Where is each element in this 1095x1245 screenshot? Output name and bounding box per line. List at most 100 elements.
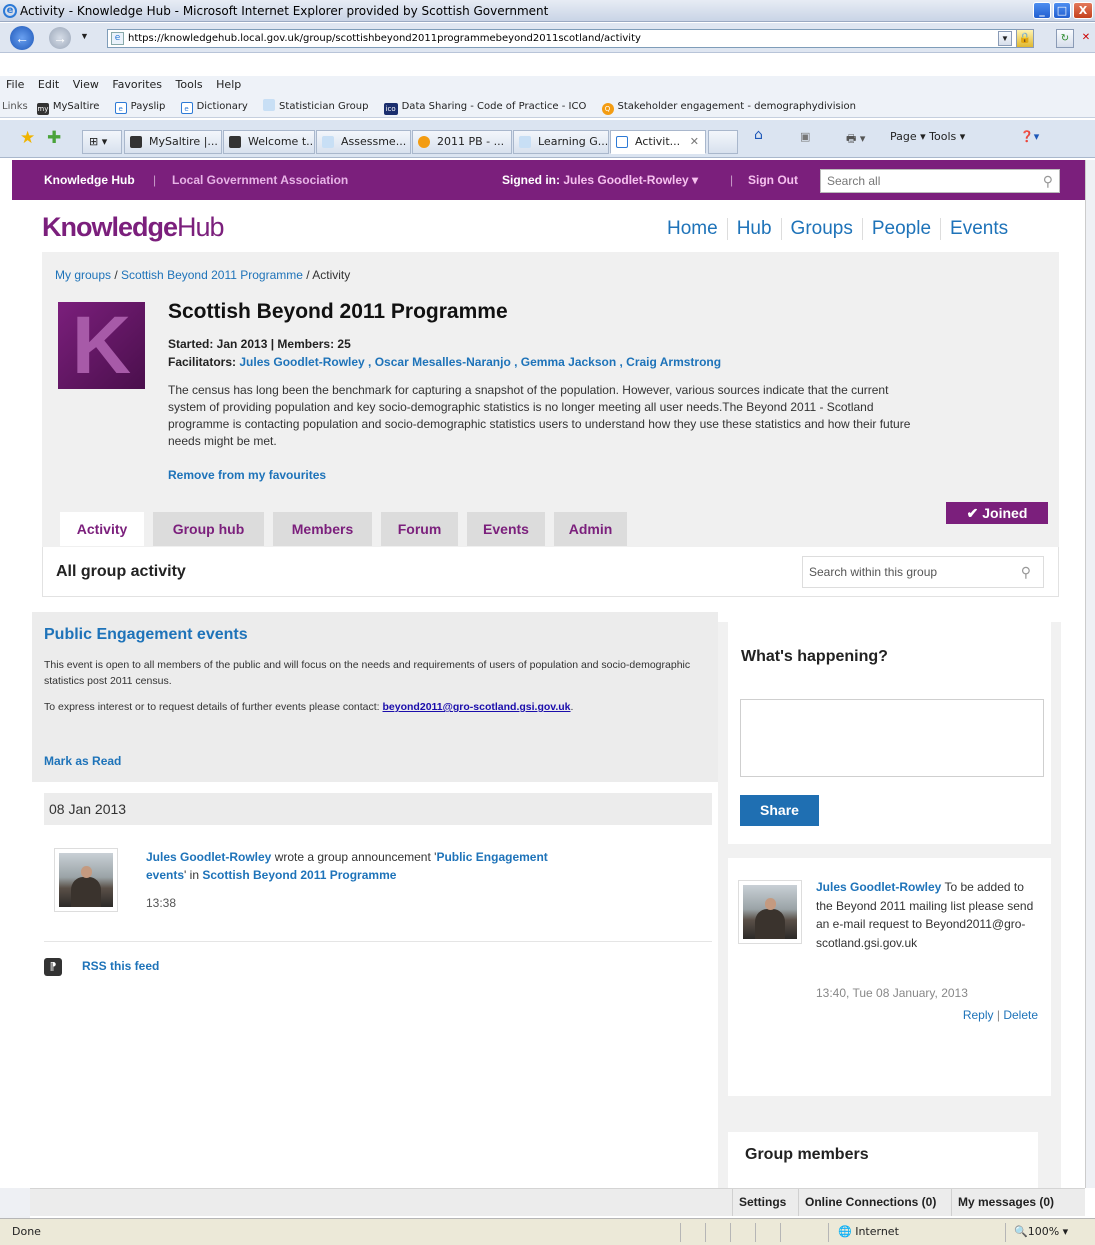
browser-tab[interactable]: MySaltire |...	[124, 130, 222, 154]
tab-events[interactable]: Events	[467, 512, 545, 546]
feed-group-link[interactable]: Scottish Beyond 2011 Programme	[202, 868, 396, 882]
menu-file[interactable]: File	[6, 78, 24, 91]
nav-hub[interactable]: Hub	[726, 218, 781, 240]
tab-group-hub[interactable]: Group hub	[153, 512, 264, 546]
nav-home[interactable]: Home	[662, 218, 727, 240]
feed-date-header: 08 Jan 2013	[44, 793, 712, 825]
search-icon[interactable]: ⚲	[1021, 557, 1031, 587]
browser-tab[interactable]: Welcome t...	[223, 130, 315, 154]
menu-favorites[interactable]: Favorites	[112, 78, 162, 91]
online-connections-button[interactable]: Online Connections (0)	[798, 1189, 936, 1216]
new-tab-button[interactable]	[708, 130, 738, 154]
avatar[interactable]	[738, 880, 802, 944]
main-nav: Home Hub Groups People Events	[662, 218, 1017, 244]
link-payslip[interactable]: e Payslip	[114, 96, 165, 117]
nav-people[interactable]: People	[861, 218, 940, 240]
lock-icon[interactable]: 🔒	[1016, 29, 1034, 48]
chevron-down-icon[interactable]: ▾	[692, 173, 698, 187]
forward-button[interactable]: →	[49, 27, 71, 49]
search-icon[interactable]: ⚲	[1043, 170, 1053, 192]
rss-link[interactable]: RSS this feed	[82, 959, 159, 973]
close-button[interactable]: X	[1073, 2, 1093, 19]
contact-email-link[interactable]: beyond2011@gro-scotland.gsi.gov.uk	[383, 701, 571, 713]
sign-out-link[interactable]: Sign Out	[748, 160, 798, 200]
ico-logo-icon: ico	[383, 103, 398, 115]
status-textarea[interactable]	[740, 699, 1044, 777]
minimize-button[interactable]: _	[1033, 2, 1051, 19]
delete-link[interactable]: Delete	[1003, 1008, 1038, 1022]
link-stakeholder[interactable]: Q Stakeholder engagement - demographydivi…	[601, 96, 856, 117]
joined-button[interactable]: ✔ Joined	[946, 502, 1048, 524]
post-actions: Reply | Delete	[962, 1008, 1038, 1022]
post-author-link[interactable]: Jules Goodlet-Rowley	[816, 880, 941, 894]
menu-view[interactable]: View	[73, 78, 99, 91]
announcement-title[interactable]: Public Engagement events	[44, 626, 248, 644]
link-data-sharing[interactable]: ico Data Sharing - Code of Practice - ICO	[383, 96, 586, 117]
print-icon[interactable]: 🖶 ▾	[846, 130, 865, 149]
tab-members[interactable]: Members	[273, 512, 372, 546]
link-statistician-group[interactable]: Statistician Group	[263, 96, 368, 117]
group-search-input[interactable]: Search within this group ⚲	[802, 556, 1044, 588]
back-button[interactable]: ←	[10, 26, 34, 50]
breadcrumb-group[interactable]: Scottish Beyond 2011 Programme	[121, 268, 303, 282]
window-title: Activity - Knowledge Hub - Microsoft Int…	[20, 4, 549, 18]
settings-button[interactable]: Settings	[732, 1189, 786, 1216]
favorites-star-icon[interactable]: ★	[20, 128, 35, 148]
address-bar[interactable]: e https://knowledgehub.local.gov.uk/grou…	[107, 29, 1027, 48]
check-icon: ✔	[966, 505, 979, 521]
tab-forum[interactable]: Forum	[381, 512, 458, 546]
group-logo: K	[58, 302, 145, 389]
ie-page-icon: e	[180, 102, 193, 114]
maximize-button[interactable]: □	[1053, 2, 1071, 19]
link-dictionary[interactable]: e Dictionary	[180, 96, 248, 117]
browser-tab[interactable]: Learning G...	[513, 130, 609, 154]
browser-tab[interactable]: 2011 PB - ...	[412, 130, 512, 154]
user-menu[interactable]: Jules Goodlet-Rowley	[563, 173, 688, 187]
post-time: 13:40, Tue 08 January, 2013	[816, 986, 968, 1000]
status-post: Jules Goodlet-Rowley To be added to the …	[728, 858, 1051, 1096]
help-icon[interactable]: ❓▾	[1020, 130, 1039, 143]
reply-link[interactable]: Reply	[963, 1008, 994, 1022]
address-dropdown-icon[interactable]: ▼	[998, 31, 1012, 46]
breadcrumb-my-groups[interactable]: My groups	[55, 268, 111, 282]
stop-icon[interactable]: ✕	[1077, 29, 1095, 48]
home-icon[interactable]: ⌂	[754, 127, 763, 143]
browser-tab-active[interactable]: Activit... ✕	[610, 130, 706, 154]
facilitator-links[interactable]: Jules Goodlet-Rowley , Oscar Mesalles-Na…	[239, 355, 721, 369]
page-tools-menu[interactable]: Page ▾ Tools ▾	[890, 130, 965, 143]
close-tab-icon[interactable]: ✕	[690, 131, 699, 153]
add-favorite-icon[interactable]: ✚	[47, 128, 61, 148]
tab-admin[interactable]: Admin	[554, 512, 627, 546]
share-button[interactable]: Share	[740, 795, 819, 826]
lga-link[interactable]: Local Government Association	[172, 160, 348, 200]
my-messages-button[interactable]: My messages (0)	[951, 1189, 1054, 1216]
security-zone[interactable]: 🌐 Internet	[838, 1219, 899, 1245]
nav-events[interactable]: Events	[940, 218, 1017, 240]
vertical-scrollbar[interactable]	[1085, 160, 1095, 1188]
zoom-level[interactable]: 🔍100% ▾	[1014, 1219, 1068, 1245]
menu-tools[interactable]: Tools	[176, 78, 203, 91]
search-all-input[interactable]: Search all ⚲	[820, 169, 1060, 193]
refresh-icon[interactable]: ↻	[1056, 29, 1074, 48]
menu-edit[interactable]: Edit	[38, 78, 59, 91]
knowledge-hub-logo[interactable]: KnowledgeHub	[42, 212, 225, 243]
feed-author-link[interactable]: Jules Goodlet-Rowley	[146, 850, 271, 864]
browser-tab[interactable]: Assessme...	[316, 130, 411, 154]
menu-help[interactable]: Help	[216, 78, 241, 91]
announcement-body: This event is open to all members of the…	[44, 659, 691, 687]
rss-icon[interactable]: ⁋	[44, 958, 62, 976]
link-mysaltire[interactable]: my MySaltire	[36, 96, 99, 117]
mark-as-read-link[interactable]: Mark as Read	[44, 754, 121, 768]
history-dropdown-icon[interactable]: ▼	[80, 31, 89, 41]
quick-tabs-button[interactable]: ⊞ ▾	[82, 130, 122, 154]
status-text: Done	[12, 1225, 41, 1238]
remove-favourite-link[interactable]: Remove from my favourites	[168, 468, 326, 482]
site-brand-link[interactable]: Knowledge Hub	[44, 160, 135, 200]
feeds-icon[interactable]: ▣	[800, 130, 810, 143]
avatar[interactable]	[54, 848, 118, 912]
tab-activity[interactable]: Activity	[60, 512, 144, 546]
nav-groups[interactable]: Groups	[780, 218, 862, 240]
group-started: Started: Jan 2013 | Members: 25	[168, 337, 351, 351]
facilitators-label: Facilitators:	[168, 355, 237, 369]
divider: |	[730, 173, 734, 187]
